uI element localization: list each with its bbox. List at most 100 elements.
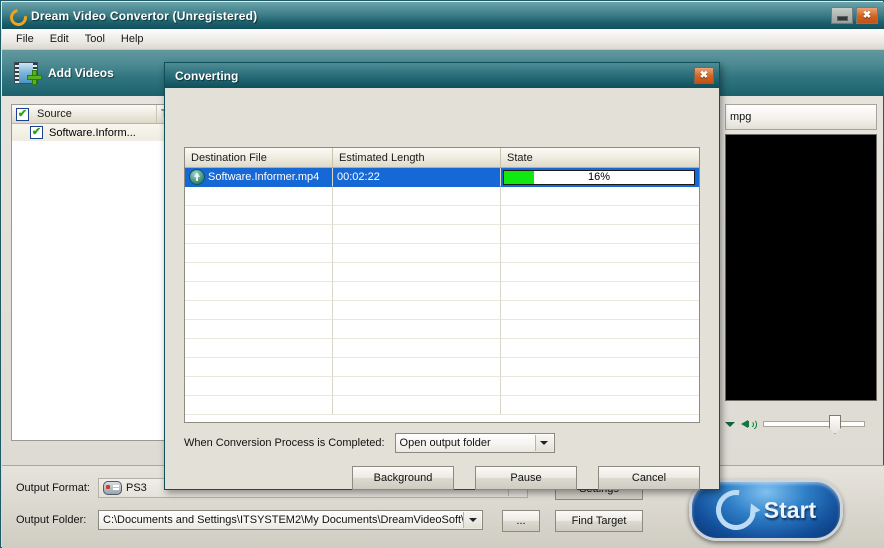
cell-empty [185, 358, 333, 377]
title-bar: Dream Video Convertor (Unregistered) ✖ [2, 2, 884, 29]
dialog-body: Destination File Estimated Length State … [165, 88, 719, 491]
progress-bar: 16% [503, 169, 695, 185]
output-format-value: PS3 [126, 482, 147, 494]
cell-empty [501, 244, 699, 263]
dialog-close-button[interactable]: ✖ [694, 67, 714, 84]
table-row[interactable]: Software.Informer.mp4 00:02:22 16% [185, 168, 699, 187]
table-row-empty[interactable] [185, 225, 699, 244]
menu-item-edit[interactable]: Edit [42, 31, 77, 47]
preview-panel: mpg [725, 104, 877, 441]
cell-estimated-length: 00:02:22 [333, 168, 501, 187]
cell-empty [501, 320, 699, 339]
browse-button[interactable]: ... [502, 510, 540, 532]
add-videos-icon [14, 61, 42, 85]
add-videos-button[interactable]: Add Videos [2, 51, 126, 95]
table-row-empty[interactable] [185, 301, 699, 320]
add-videos-label: Add Videos [48, 66, 114, 80]
cell-empty [501, 206, 699, 225]
table-row-empty[interactable] [185, 206, 699, 225]
source-column-header[interactable]: Source [12, 105, 157, 123]
table-row-empty[interactable] [185, 396, 699, 415]
cell-empty [501, 187, 699, 206]
cell-empty [185, 301, 333, 320]
cell-empty [333, 282, 501, 301]
select-all-checkbox[interactable] [16, 107, 29, 121]
menu-item-help[interactable]: Help [113, 31, 152, 47]
table-empty-rows [185, 187, 699, 415]
cell-empty [185, 396, 333, 415]
column-state[interactable]: State [501, 148, 699, 167]
conversion-table[interactable]: Destination File Estimated Length State … [184, 147, 700, 423]
output-folder-label: Output Folder: [16, 514, 87, 526]
table-row-empty[interactable] [185, 339, 699, 358]
video-preview-area[interactable] [725, 134, 877, 401]
cell-empty [333, 206, 501, 225]
output-folder-input[interactable]: C:\Documents and Settings\ITSYSTEM2\My D… [98, 510, 483, 530]
table-row-empty[interactable] [185, 320, 699, 339]
cell-empty [185, 206, 333, 225]
cell-empty [185, 282, 333, 301]
table-row-empty[interactable] [185, 187, 699, 206]
column-estimated-length[interactable]: Estimated Length [333, 148, 501, 167]
cell-state: 16% [501, 168, 699, 187]
table-row-empty[interactable] [185, 263, 699, 282]
cell-empty [333, 225, 501, 244]
output-folder-caret[interactable] [463, 512, 481, 528]
source-item-label: Software.Inform... [49, 126, 136, 139]
table-row-empty[interactable] [185, 244, 699, 263]
cell-empty [333, 301, 501, 320]
column-destination-file[interactable]: Destination File [185, 148, 333, 167]
find-target-button[interactable]: Find Target [555, 510, 643, 532]
source-column-label: Source [37, 108, 72, 120]
start-label: Start [763, 496, 817, 523]
pause-button[interactable]: Pause [475, 466, 577, 490]
cell-empty [333, 339, 501, 358]
progress-bar-fill [504, 170, 535, 184]
dialog-title: Converting [175, 68, 239, 83]
table-row-empty[interactable] [185, 358, 699, 377]
window-title: Dream Video Convertor (Unregistered) [31, 8, 258, 23]
menu-item-file[interactable]: File [8, 31, 42, 47]
completion-action-label: When Conversion Process is Completed: [184, 437, 385, 449]
output-format-label: Output Format: [16, 482, 90, 494]
table-row-empty[interactable] [185, 282, 699, 301]
close-button[interactable]: ✖ [856, 7, 878, 24]
volume-slider-thumb[interactable] [829, 415, 841, 434]
cell-empty [185, 263, 333, 282]
speaker-icon[interactable] [741, 417, 757, 431]
cell-empty [185, 244, 333, 263]
cell-empty [333, 187, 501, 206]
preview-controls [725, 401, 877, 441]
output-folder-value: C:\Documents and Settings\ITSYSTEM2\My D… [103, 514, 479, 526]
cell-empty [501, 377, 699, 396]
dropdown-caret-icon[interactable] [725, 421, 735, 427]
menu-bar: File Edit Tool Help [2, 29, 884, 50]
background-button[interactable]: Background [352, 466, 454, 490]
cell-empty [333, 263, 501, 282]
completion-action-value: Open output folder [399, 437, 491, 449]
gamepad-icon [103, 481, 122, 495]
completion-action-select[interactable]: Open output folder [394, 433, 555, 453]
menu-item-tool[interactable]: Tool [77, 31, 113, 47]
cell-empty [501, 282, 699, 301]
application-window: Dream Video Convertor (Unregistered) ✖ F… [0, 0, 884, 548]
volume-slider[interactable] [763, 415, 865, 434]
cell-empty [185, 377, 333, 396]
cell-empty [333, 377, 501, 396]
cell-empty [501, 358, 699, 377]
output-folder-row: Output Folder: C:\Documents and Settings… [16, 510, 483, 530]
table-row-empty[interactable] [185, 377, 699, 396]
app-logo-icon [9, 8, 25, 24]
cell-destination-file: Software.Informer.mp4 [185, 168, 333, 187]
cell-empty [501, 225, 699, 244]
completion-action-caret[interactable] [534, 435, 553, 451]
dialog-title-bar: Converting ✖ [165, 63, 719, 88]
cancel-button[interactable]: Cancel [598, 466, 700, 490]
table-header-row: Destination File Estimated Length State [185, 148, 699, 168]
cell-empty [333, 244, 501, 263]
window-controls: ✖ [831, 7, 878, 24]
item-checkbox[interactable] [30, 126, 43, 139]
minimize-button[interactable] [831, 7, 853, 24]
completion-action-row: When Conversion Process is Completed: Op… [184, 433, 555, 453]
cell-empty [333, 396, 501, 415]
